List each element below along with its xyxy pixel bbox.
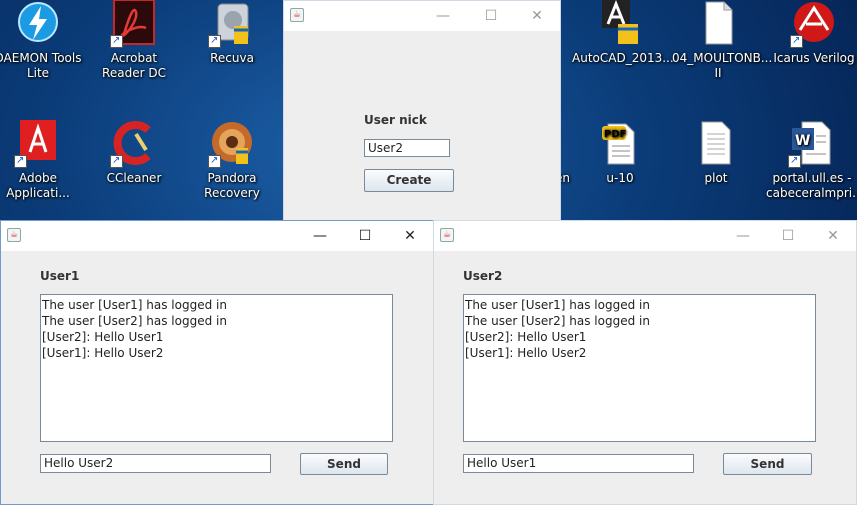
shortcut-arrow-icon	[110, 33, 123, 48]
send-button[interactable]: Send	[723, 453, 812, 475]
send-button[interactable]: Send	[300, 453, 388, 475]
document-icon	[694, 0, 742, 48]
adobe-icon	[14, 120, 62, 168]
desktop-icon-portal-ull[interactable]: W portal.ull.es - cabeceralmpri...	[766, 120, 857, 201]
text-file-icon	[692, 120, 740, 168]
title-bar: ☕ — ☐ ✕	[1, 221, 433, 251]
message-input[interactable]: Hello User2	[40, 454, 271, 473]
desktop-icon-recuva[interactable]: Recuva	[186, 0, 278, 66]
chat-log[interactable]: The user [User1] has logged in The user …	[463, 294, 816, 442]
chat-window-user2: ☕ — ☐ ✕ User2 The user [User1] has logge…	[433, 220, 857, 505]
desktop-icon-daemon-tools[interactable]: DAEMON Tools Lite	[0, 0, 84, 81]
minimize-button[interactable]: —	[297, 221, 343, 251]
shortcut-arrow-icon	[208, 153, 221, 168]
desktop-icon-icarus-verilog[interactable]: Icarus Verilog	[768, 0, 857, 66]
desktop-icon-ccleaner[interactable]: CCleaner	[88, 120, 180, 186]
title-bar: ☕ — ☐ ✕	[284, 1, 560, 31]
chat-log[interactable]: The user [User1] has logged in The user …	[40, 294, 393, 442]
desktop-icon-label: portal.ull.es - cabeceralmpri...	[766, 171, 857, 200]
ccleaner-icon	[110, 120, 158, 168]
java-icon: ☕	[290, 8, 304, 22]
desktop-icon-adobe-application[interactable]: Adobe Applicati...	[0, 120, 84, 201]
shortcut-arrow-icon	[208, 33, 221, 48]
nick-label: User nick	[364, 113, 427, 127]
pandora-recovery-icon	[208, 120, 256, 168]
autocad-icon	[594, 0, 642, 48]
desktop-icon-moulton-file[interactable]: 04_MOULTONB... II	[672, 0, 773, 81]
shortcut-arrow-icon	[14, 153, 27, 168]
desktop-icon-label: DAEMON Tools Lite	[0, 51, 82, 80]
recuva-icon	[208, 0, 256, 48]
close-button[interactable]: ✕	[514, 1, 560, 31]
svg-text:W: W	[795, 133, 810, 149]
desktop-icon-label: plot	[704, 171, 728, 185]
desktop-icon-acrobat-reader[interactable]: Acrobat Reader DC	[88, 0, 180, 81]
desktop-icon-label: u-10	[606, 171, 634, 185]
java-icon: ☕	[7, 228, 21, 242]
svg-text:PDF: PDF	[604, 129, 626, 140]
maximize-button[interactable]: ☐	[468, 1, 514, 31]
desktop-icon-label: AutoCAD_2013...	[572, 51, 674, 65]
message-input[interactable]: Hello User1	[463, 454, 694, 473]
word-document-icon: W	[788, 120, 836, 168]
desktop-icon-label: Acrobat Reader DC	[102, 51, 166, 80]
desktop-icon-label: Adobe Applicati...	[6, 171, 70, 200]
desktop-icon-pandora-recovery[interactable]: Pandora Recovery	[186, 120, 278, 201]
desktop-icon-label: Pandora Recovery	[204, 171, 260, 200]
shortcut-arrow-icon	[788, 153, 801, 168]
minimize-button[interactable]: —	[420, 1, 466, 31]
close-button[interactable]: ✕	[387, 221, 433, 251]
desktop-icon-u10[interactable]: PDF u-10	[574, 120, 666, 186]
desktop-icon-plot[interactable]: plot	[670, 120, 762, 186]
maximize-button[interactable]: ☐	[342, 221, 388, 251]
desktop-icon-label: CCleaner	[106, 171, 162, 185]
minimize-button[interactable]: —	[720, 221, 766, 251]
shortcut-arrow-icon	[110, 153, 123, 168]
title-bar: ☕ — ☐ ✕	[434, 221, 856, 251]
maximize-button[interactable]: ☐	[765, 221, 811, 251]
chat-user-label: User1	[40, 269, 80, 283]
java-icon: ☕	[440, 228, 454, 242]
close-button[interactable]: ✕	[810, 221, 856, 251]
pdf-icon: PDF	[596, 120, 644, 168]
chat-user-label: User2	[463, 269, 503, 283]
desktop-icon-autocad[interactable]: AutoCAD_2013...	[572, 0, 674, 66]
create-user-window: ☕ — ☐ ✕ User nick User2 Create	[283, 0, 561, 228]
desktop-icon-label: Icarus Verilog	[773, 51, 855, 65]
create-button[interactable]: Create	[364, 169, 454, 192]
acrobat-reader-icon	[110, 0, 158, 48]
chat-window-user1: ☕ — ☐ ✕ User1 The user [User1] has logge…	[0, 220, 434, 505]
daemon-tools-icon	[14, 0, 62, 48]
shortcut-arrow-icon	[790, 33, 803, 48]
desktop-icon-label: Recuva	[210, 51, 254, 65]
desktop-icon-label: 04_MOULTONB... II	[672, 51, 773, 80]
nick-input[interactable]: User2	[364, 139, 450, 157]
icarus-verilog-icon	[790, 0, 838, 48]
